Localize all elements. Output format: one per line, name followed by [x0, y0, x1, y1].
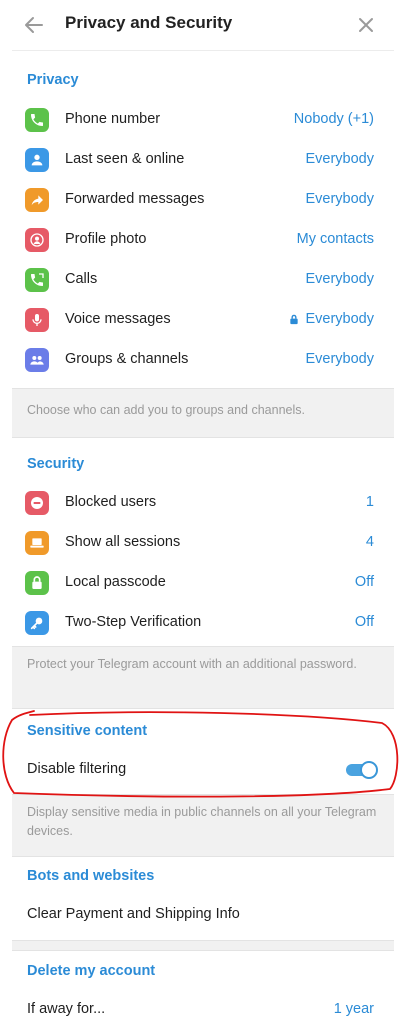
- privacy-item-value: Everybody: [305, 271, 374, 287]
- privacy-item-calls[interactable]: Calls Everybody: [12, 260, 394, 300]
- privacy-item-label: Groups & channels: [65, 351, 189, 367]
- blocked-icon: [25, 491, 49, 515]
- profile-icon: [25, 228, 49, 252]
- disable-filtering-label: Disable filtering: [27, 761, 127, 777]
- section-divider: [12, 940, 394, 951]
- privacy-item-groups-channels[interactable]: Groups & channels Everybody: [12, 340, 394, 380]
- back-arrow-icon[interactable]: [22, 13, 46, 37]
- sensitive-note: Display sensitive media in public channe…: [12, 794, 394, 857]
- away-label: If away for...: [27, 1001, 106, 1017]
- sensitive-section-title: Sensitive content: [27, 723, 148, 739]
- privacy-item-label: Calls: [65, 271, 98, 287]
- security-item-local-passcode[interactable]: Local passcode Off: [12, 563, 394, 603]
- privacy-item-value: Everybody: [289, 311, 374, 327]
- security-item-value: Off: [354, 614, 374, 630]
- security-item-value: 4: [365, 534, 374, 550]
- security-item-label: Blocked users: [65, 494, 157, 510]
- lock-icon: [290, 314, 299, 324]
- sensitive-section: Sensitive content: [12, 723, 394, 739]
- privacy-item-label: Voice messages: [65, 311, 171, 327]
- microphone-icon: [25, 308, 49, 332]
- privacy-item-label: Profile photo: [65, 231, 147, 247]
- security-item-value: 1: [365, 494, 374, 510]
- phone-icon: [25, 108, 49, 132]
- security-item-label: Two-Step Verification: [65, 614, 202, 630]
- call-icon: [25, 268, 49, 292]
- privacy-item-value: My contacts: [296, 231, 374, 247]
- privacy-item-label: Phone number: [65, 111, 161, 127]
- privacy-item-profile-photo[interactable]: Profile photo My contacts: [12, 220, 394, 260]
- disable-filtering-row[interactable]: Disable filtering: [12, 750, 394, 790]
- header: Privacy and Security: [12, 0, 394, 51]
- privacy-item-last-seen[interactable]: Last seen & online Everybody: [12, 140, 394, 180]
- security-section-title: Security: [27, 456, 85, 472]
- delete-section: Delete my account: [12, 963, 394, 979]
- security-note: Protect your Telegram account with an ad…: [12, 646, 394, 709]
- security-item-label: Show all sessions: [65, 534, 181, 550]
- privacy-item-voice-messages[interactable]: Voice messages Everybody: [12, 300, 394, 340]
- privacy-item-value: Everybody: [305, 351, 374, 367]
- security-item-value: Off: [354, 574, 374, 590]
- privacy-section-title: Privacy: [27, 72, 79, 88]
- privacy-item-label: Last seen & online: [65, 151, 185, 167]
- privacy-item-value: Everybody: [305, 151, 374, 167]
- privacy-item-value-text: Everybody: [305, 311, 374, 327]
- privacy-list: Phone number Nobody (+1) Last seen & onl…: [12, 100, 394, 380]
- bots-section: Bots and websites: [12, 868, 394, 884]
- privacy-item-phone-number[interactable]: Phone number Nobody (+1): [12, 100, 394, 140]
- security-item-blocked-users[interactable]: Blocked users 1: [12, 483, 394, 523]
- security-section: Security: [12, 456, 394, 472]
- clear-payment-row[interactable]: Clear Payment and Shipping Info: [12, 895, 394, 935]
- privacy-item-value: Everybody: [305, 191, 374, 207]
- security-item-show-sessions[interactable]: Show all sessions 4: [12, 523, 394, 563]
- security-item-two-step[interactable]: Two-Step Verification Off: [12, 603, 394, 643]
- security-list: Blocked users 1 Show all sessions 4 Loca…: [12, 483, 394, 643]
- key-icon: [25, 611, 49, 635]
- toggle-knob: [360, 761, 378, 779]
- person-icon: [25, 148, 49, 172]
- forward-icon: [25, 188, 49, 212]
- group-icon: [25, 348, 49, 372]
- privacy-item-label: Forwarded messages: [65, 191, 205, 207]
- lock-icon: [25, 571, 49, 595]
- close-icon[interactable]: [354, 13, 378, 37]
- laptop-icon: [25, 531, 49, 555]
- privacy-note: Choose who can add you to groups and cha…: [12, 388, 394, 438]
- privacy-section: Privacy: [12, 72, 394, 88]
- disable-filtering-toggle[interactable]: [346, 761, 378, 779]
- page-title: Privacy and Security: [65, 13, 233, 32]
- settings-panel: Privacy and Security Privacy Phone numbe…: [12, 0, 394, 1033]
- away-row[interactable]: If away for... 1 year: [12, 990, 394, 1030]
- privacy-item-forwarded-messages[interactable]: Forwarded messages Everybody: [12, 180, 394, 220]
- bots-section-title: Bots and websites: [27, 868, 155, 884]
- privacy-item-value: Nobody (+1): [293, 111, 374, 127]
- away-value: 1 year: [333, 1001, 374, 1017]
- delete-section-title: Delete my account: [27, 963, 156, 979]
- clear-payment-label: Clear Payment and Shipping Info: [27, 906, 240, 922]
- security-item-label: Local passcode: [65, 574, 166, 590]
